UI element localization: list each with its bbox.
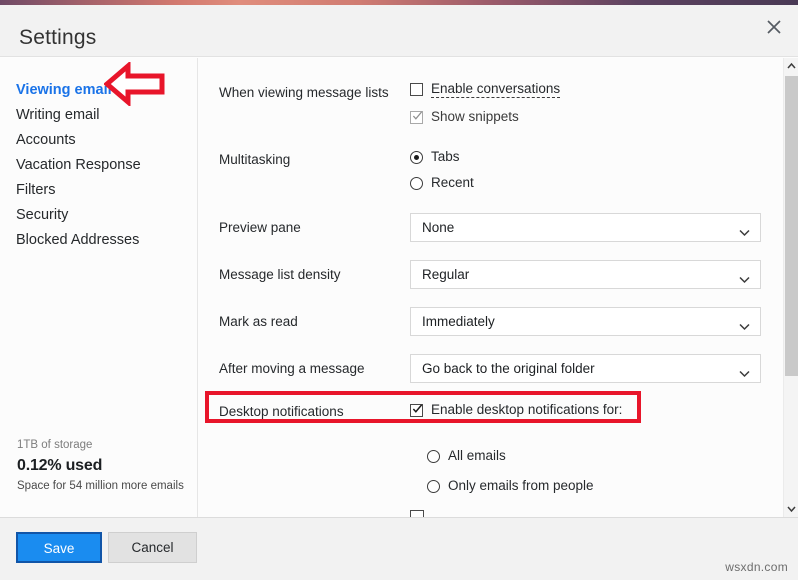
radio-all-emails-label: All emails bbox=[448, 448, 506, 463]
sidebar-item-security[interactable]: Security bbox=[16, 203, 196, 228]
row-label-when-viewing-message-lists: When viewing message lists bbox=[219, 85, 389, 100]
mark-as-read-control: Immediately bbox=[410, 307, 761, 336]
after-moving-a-message-control: Go back to the original folder bbox=[410, 354, 761, 383]
checkmark-icon bbox=[412, 111, 423, 120]
checkbox-checked-icon bbox=[410, 111, 423, 124]
show-snippets-label: Show snippets bbox=[431, 109, 519, 124]
chevron-down-icon bbox=[739, 271, 750, 289]
sidebar: Viewing email Writing email Accounts Vac… bbox=[0, 58, 198, 517]
radio-unselected-icon bbox=[427, 450, 440, 463]
storage-note: Space for 54 million more emails bbox=[17, 480, 184, 492]
radio-unselected-icon bbox=[410, 177, 423, 190]
page-title: Settings bbox=[19, 26, 97, 49]
scrollbar-down-button[interactable] bbox=[784, 500, 798, 517]
radio-recent-label: Recent bbox=[431, 175, 474, 190]
scrollbar-up-button[interactable] bbox=[784, 58, 798, 75]
chevron-up-icon bbox=[787, 62, 796, 69]
preview-pane-select[interactable]: None bbox=[410, 213, 761, 242]
scrollbar-thumb[interactable] bbox=[785, 76, 798, 376]
save-button[interactable]: Save bbox=[16, 532, 102, 563]
storage-used: 0.12% used bbox=[17, 457, 103, 474]
close-button[interactable] bbox=[759, 13, 789, 41]
mark-as-read-select[interactable]: Immediately bbox=[410, 307, 761, 336]
chevron-down-icon bbox=[787, 506, 796, 513]
sidebar-item-filters[interactable]: Filters bbox=[16, 178, 196, 203]
enable-conversations-label: Enable conversations bbox=[431, 81, 561, 98]
sidebar-item-vacation-response[interactable]: Vacation Response bbox=[16, 153, 196, 178]
cancel-button[interactable]: Cancel bbox=[108, 532, 197, 563]
chevron-down-icon bbox=[739, 365, 750, 383]
content-scrollbar[interactable] bbox=[783, 58, 798, 517]
sidebar-item-viewing-email[interactable]: Viewing email bbox=[16, 78, 196, 103]
after-moving-a-message-select[interactable]: Go back to the original folder bbox=[410, 354, 761, 383]
dialog-footer: Save Cancel wsxdn.com bbox=[0, 517, 798, 580]
storage-capacity: 1TB of storage bbox=[17, 439, 93, 451]
radio-only-emails-from-people-label: Only emails from people bbox=[448, 478, 594, 493]
sidebar-item-writing-email[interactable]: Writing email bbox=[16, 103, 196, 128]
settings-content: When viewing message lists Enable conver… bbox=[199, 58, 798, 517]
watermark: wsxdn.com bbox=[725, 560, 788, 574]
chevron-down-icon bbox=[739, 224, 750, 242]
enable-desktop-notifications-label: Enable desktop notifications for: bbox=[431, 402, 623, 417]
checkbox-unchecked-icon bbox=[410, 83, 423, 96]
window-header: Settings bbox=[0, 5, 798, 57]
message-list-density-value: Regular bbox=[422, 267, 470, 282]
row-label-after-moving-a-message: After moving a message bbox=[219, 361, 365, 376]
preview-pane-value: None bbox=[422, 220, 455, 235]
settings-body: Viewing email Writing email Accounts Vac… bbox=[0, 58, 798, 517]
row-label-message-list-density: Message list density bbox=[219, 267, 341, 282]
message-list-density-select[interactable]: Regular bbox=[410, 260, 761, 289]
row-label-desktop-notifications: Desktop notifications bbox=[219, 404, 344, 419]
sidebar-item-accounts[interactable]: Accounts bbox=[16, 128, 196, 153]
storage-summary: 1TB of storage 0.12% used Space for 54 m… bbox=[17, 437, 192, 495]
chevron-down-icon bbox=[739, 318, 750, 336]
checkmark-icon bbox=[412, 404, 423, 413]
checkbox-checked-icon bbox=[410, 404, 423, 417]
radio-unselected-icon bbox=[427, 480, 440, 493]
sidebar-nav: Viewing email Writing email Accounts Vac… bbox=[16, 78, 196, 253]
row-label-multitasking: Multitasking bbox=[219, 152, 291, 167]
mark-as-read-value: Immediately bbox=[422, 314, 495, 329]
settings-window: Settings Viewing email Writing email Acc… bbox=[0, 0, 798, 580]
row-label-mark-as-read: Mark as read bbox=[219, 314, 298, 329]
preview-pane-control: None bbox=[410, 213, 761, 242]
message-list-density-control: Regular bbox=[410, 260, 761, 289]
after-moving-a-message-value: Go back to the original folder bbox=[422, 361, 595, 376]
radio-tabs-label: Tabs bbox=[431, 149, 460, 164]
row-label-preview-pane: Preview pane bbox=[219, 220, 301, 235]
next-setting-checkbox-clipped[interactable] bbox=[410, 510, 424, 517]
sidebar-item-blocked-addresses[interactable]: Blocked Addresses bbox=[16, 228, 196, 253]
radio-selected-icon bbox=[410, 151, 423, 164]
